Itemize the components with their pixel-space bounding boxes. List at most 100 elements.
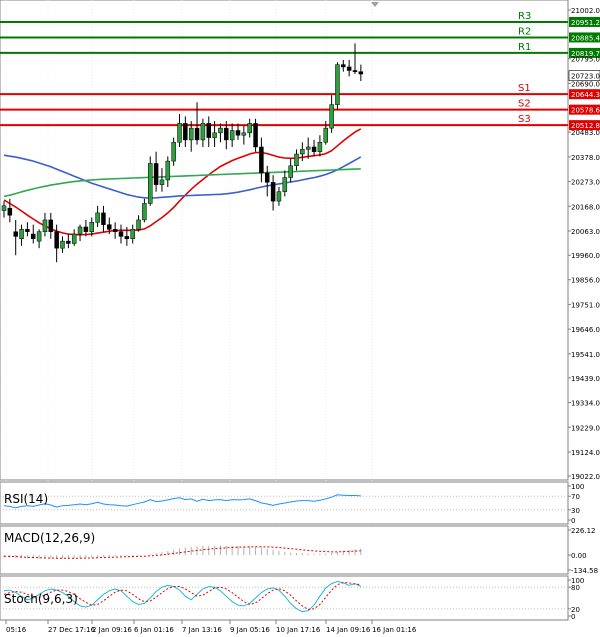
candle-body — [42, 219, 48, 232]
candle-body — [346, 66, 352, 71]
candle-body — [335, 64, 340, 105]
price-tick-label: 21002.0 — [571, 7, 600, 15]
candle-body — [7, 207, 13, 216]
price-tick-label: 19022.0 — [571, 473, 600, 481]
candle-body — [317, 142, 323, 152]
price-tick-label: 19856.0 — [571, 277, 600, 285]
candle-body — [95, 212, 100, 223]
level-label-r3: R3 — [518, 11, 531, 22]
candle-body — [148, 163, 153, 204]
candle-body — [323, 127, 328, 143]
level-label-s1: S1 — [518, 83, 531, 94]
candle-body — [329, 104, 334, 129]
trading-chart: R320951.2R220885.4R120819.7S120644.3S220… — [0, 0, 600, 634]
candle-body — [25, 229, 30, 232]
candle-body — [288, 165, 293, 178]
level-label-s3: S3 — [518, 114, 531, 125]
candle-body — [101, 212, 106, 225]
candle-body — [206, 123, 211, 138]
candle-body — [142, 203, 147, 221]
candle-body — [124, 236, 130, 240]
macd-panel: MACD(12,26,9) 226.12 0.00 -134.58 — [0, 525, 598, 575]
candle-body — [77, 226, 83, 235]
candle-body — [235, 130, 241, 136]
candle-body — [13, 231, 18, 237]
candle-body — [265, 172, 270, 183]
time-tick-label: 16 Jan 01:16 — [372, 626, 417, 634]
price-tick-label: 19646.0 — [571, 326, 600, 334]
candle-body — [19, 229, 24, 240]
rsi-tick-label: 100 — [571, 483, 584, 491]
time-tick-label: 14 Jan 09:16 — [326, 626, 371, 634]
time-tick-label: 9 Jan 05:16 — [230, 626, 270, 634]
time-tick-label: 2 Jan 09:16 — [92, 626, 132, 634]
rsi-label: RSI(14) — [4, 492, 48, 506]
level-label-r1: R1 — [518, 42, 531, 53]
candle-body — [282, 177, 288, 192]
candle-body — [218, 127, 223, 134]
candle-body — [276, 191, 282, 202]
price-tick-label: 20168.0 — [571, 203, 600, 211]
time-axis: 05:16 27 Dec 17:162 Jan 09:16 6 Jan 01:16 7… — [5, 620, 417, 634]
time-tick-label: 6 Jan 01:16 — [134, 626, 174, 634]
macd-tick-label: -134.58 — [571, 567, 598, 575]
candle-body — [270, 182, 276, 202]
price-tick-label: 20483.0 — [571, 129, 600, 137]
candle-body — [247, 123, 252, 134]
candle-body — [200, 123, 206, 141]
price-axis: 21002.0 20795.0 20690.0 20483.0 20378.0 20273… — [568, 7, 600, 481]
time-tick-label: 27 Dec 17:16 — [48, 626, 96, 634]
candle-body — [112, 229, 118, 232]
candle-body — [259, 146, 264, 174]
price-tick-label: 19751.0 — [571, 301, 600, 309]
price-tick-label: 19229.0 — [571, 424, 600, 432]
rsi-tick-label: 30 — [571, 507, 580, 515]
price-tick-label: 20273.0 — [571, 179, 600, 187]
candle-body — [311, 146, 317, 152]
macd-label: MACD(12,26,9) — [4, 531, 95, 545]
candle-body — [305, 146, 311, 150]
stoch-tick-label: 0 — [571, 613, 575, 621]
price-tick-label: 20063.0 — [571, 228, 600, 236]
level-price-label: 20578.6 — [571, 107, 600, 115]
stoch-label: Stoch(9,6,3) — [4, 592, 78, 606]
candle-body — [294, 153, 299, 167]
candle-body — [352, 70, 358, 72]
time-tick-label: 05:16 — [6, 626, 27, 634]
candle-body — [171, 142, 176, 162]
candle-body — [358, 71, 364, 75]
stoch-tick-label: 80 — [571, 584, 580, 592]
rsi-tick-label: 70 — [571, 493, 580, 501]
candle-body — [54, 231, 59, 249]
rsi-panel: RSI(14) 100 70 30 0 — [0, 481, 584, 525]
candle-body — [83, 226, 89, 232]
candle-body — [36, 231, 42, 242]
candle-body — [253, 123, 258, 148]
candle-body — [300, 149, 305, 155]
price-tick-label: 19124.0 — [571, 449, 600, 457]
rsi-axis: 100 70 30 0 — [568, 483, 584, 525]
candle-body — [224, 127, 229, 141]
candle-body — [165, 160, 171, 181]
price-tick-label: 19960.0 — [571, 252, 600, 260]
level-price-label: 20951.2 — [571, 19, 600, 27]
candle-body — [159, 179, 165, 185]
stoch-axis: 10080200 — [568, 577, 584, 621]
price-tick-label: 19334.0 — [571, 400, 600, 408]
time-tick-label: 10 Jan 17:16 — [276, 626, 321, 634]
level-price-label: 20644.3 — [571, 91, 600, 99]
candle-body — [136, 219, 141, 230]
candle-body — [229, 130, 235, 141]
rsi-tick-label: 0 — [571, 517, 575, 525]
price-tick-label: 20795.0 — [571, 56, 600, 64]
level-price-label: 20885.4 — [571, 34, 600, 42]
candle-body — [130, 229, 135, 240]
time-tick-label: 7 Jan 13:16 — [182, 626, 222, 634]
level-label-s2: S2 — [518, 99, 531, 110]
candle-body — [241, 132, 247, 136]
candle-body — [177, 123, 182, 143]
candle-body — [66, 240, 71, 244]
candle-body — [188, 127, 194, 141]
macd-tick-label: 226.12 — [571, 527, 596, 535]
stoch-panel: Stoch(9,6,3) 10080200 — [0, 575, 584, 621]
